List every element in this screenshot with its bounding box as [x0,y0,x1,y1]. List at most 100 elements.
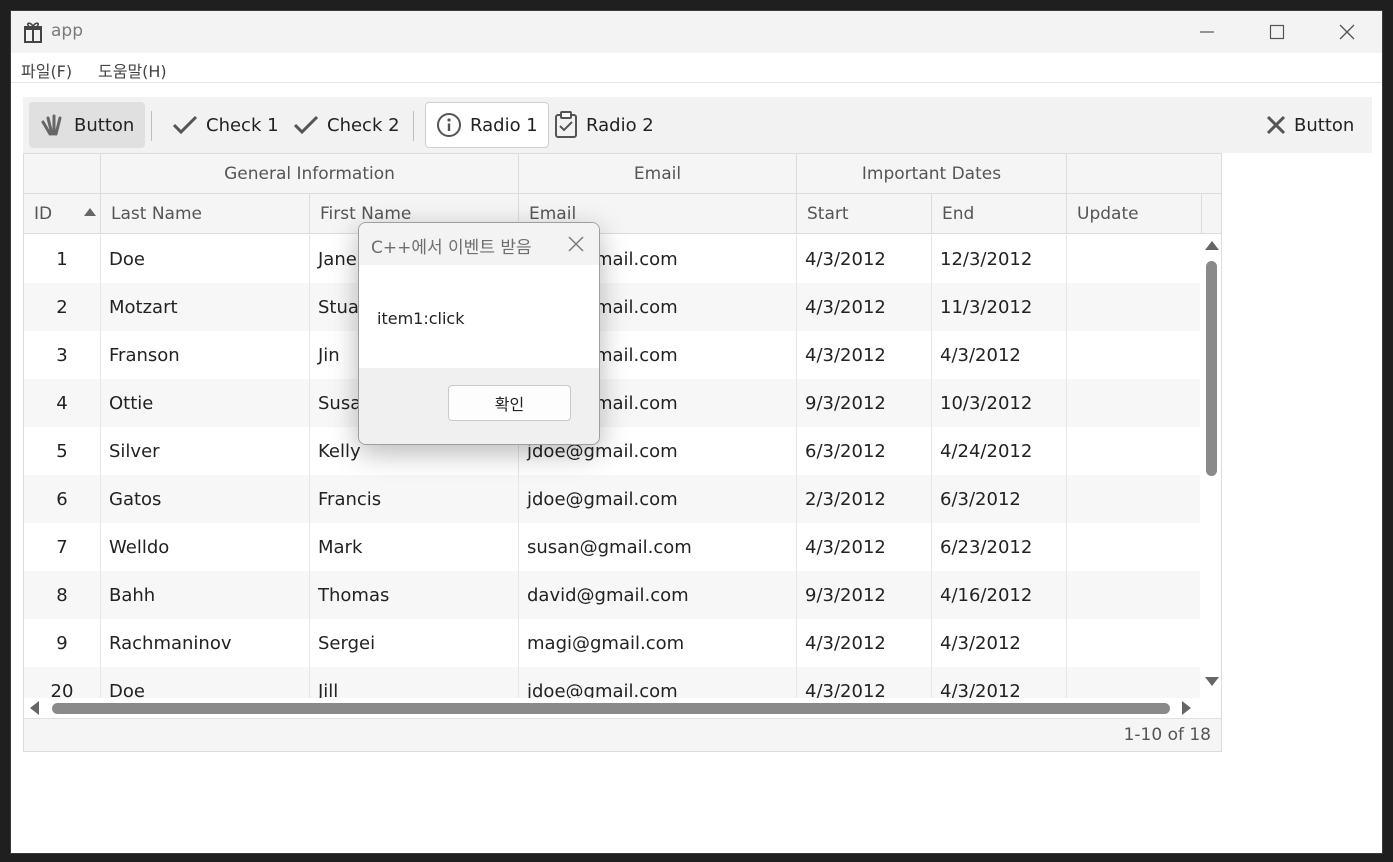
cell-end[interactable]: 4/16/2012 [932,571,1067,619]
cell-end[interactable]: 12/3/2012 [932,235,1067,283]
cell-start[interactable]: 4/3/2012 [797,667,932,698]
cell-email[interactable]: magi@gmail.com [519,619,797,667]
column-header-last-name[interactable]: Last Name [101,194,310,234]
group-header-dates[interactable]: Important Dates [797,154,1067,194]
cell-first-name[interactable]: Francis [310,475,519,523]
horizontal-scrollbar[interactable] [24,698,1200,718]
cell-email[interactable]: david@gmail.com [519,571,797,619]
cell-update[interactable] [1067,283,1200,331]
cell-end[interactable]: 4/3/2012 [932,619,1067,667]
cell-start[interactable]: 4/3/2012 [797,523,932,571]
cell-last-name[interactable]: Franson [101,331,310,379]
scroll-right-arrow-icon[interactable] [1182,701,1191,715]
cell-id[interactable]: 2 [24,283,101,331]
scroll-down-arrow-icon[interactable] [1205,677,1219,686]
cell-last-name[interactable]: Ottie [101,379,310,427]
toolbar-check-1[interactable]: Check 1 [161,102,290,148]
cell-end[interactable]: 10/3/2012 [932,379,1067,427]
title-bar[interactable]: app [11,11,1382,53]
table-row[interactable]: 2 Motzart Stuart jdoe@gmail.com 4/3/2012 11/3… [24,283,1200,331]
cell-email[interactable]: jdoe@gmail.com [519,475,797,523]
cell-last-name[interactable]: Welldo [101,523,310,571]
cell-start[interactable]: 4/3/2012 [797,619,932,667]
cell-start[interactable]: 4/3/2012 [797,283,932,331]
cell-start[interactable]: 9/3/2012 [797,379,932,427]
cell-id[interactable]: 4 [24,379,101,427]
cell-email[interactable]: susan@gmail.com [519,523,797,571]
cell-first-name[interactable]: Jill [310,667,519,698]
table-row[interactable]: 20 Doe Jill jdoe@gmail.com 4/3/2012 4/3/2012 [24,667,1200,698]
cell-update[interactable] [1067,571,1200,619]
cell-update[interactable] [1067,235,1200,283]
cell-id[interactable]: 5 [24,427,101,475]
cell-first-name[interactable]: Thomas [310,571,519,619]
cell-id[interactable]: 8 [24,571,101,619]
cell-end[interactable]: 11/3/2012 [932,283,1067,331]
cell-last-name[interactable]: Rachmaninov [101,619,310,667]
cell-update[interactable] [1067,331,1200,379]
scroll-left-arrow-icon[interactable] [30,701,39,715]
table-row[interactable]: 9 Rachmaninov Sergei magi@gmail.com 4/3/2012… [24,619,1200,667]
minimize-button[interactable] [1172,11,1242,53]
cell-id[interactable]: 1 [24,235,101,283]
cell-email[interactable]: jdoe@gmail.com [519,667,797,698]
close-button[interactable] [1312,11,1382,53]
group-header-email[interactable]: Email [519,154,797,194]
column-header-start[interactable]: Start [797,194,932,234]
vertical-scrollbar[interactable] [1200,235,1221,698]
cell-start[interactable]: 6/3/2012 [797,427,932,475]
cell-end[interactable]: 6/23/2012 [932,523,1067,571]
dialog-ok-button[interactable]: 확인 [448,385,571,421]
toolbar-button-1[interactable]: Button [29,102,146,148]
vertical-scroll-thumb[interactable] [1206,261,1217,476]
toolbar-button-2[interactable]: Button [1255,102,1365,148]
cell-update[interactable] [1067,619,1200,667]
cell-last-name[interactable]: Bahh [101,571,310,619]
cell-id[interactable]: 9 [24,619,101,667]
cell-update[interactable] [1067,475,1200,523]
column-header-id[interactable]: ID [24,194,101,234]
cell-start[interactable]: 4/3/2012 [797,235,932,283]
cell-id[interactable]: 7 [24,523,101,571]
cell-update[interactable] [1067,667,1200,698]
table-row[interactable]: 3 Franson Jin jdoe@gmail.com 4/3/2012 4/3/201… [24,331,1200,379]
cell-end[interactable]: 4/24/2012 [932,427,1067,475]
cell-id[interactable]: 6 [24,475,101,523]
cell-end[interactable]: 4/3/2012 [932,331,1067,379]
cell-id[interactable]: 20 [24,667,101,698]
maximize-button[interactable] [1242,11,1312,53]
column-header-update[interactable]: Update [1067,194,1202,234]
toolbar-radio-1[interactable]: Radio 1 [425,102,549,148]
cell-end[interactable]: 6/3/2012 [932,475,1067,523]
toolbar-check-2[interactable]: Check 2 [282,102,411,148]
table-row[interactable]: 5 Silver Kelly jdoe@gmail.com 6/3/2012 4/24/2… [24,427,1200,475]
table-row[interactable]: 4 Ottie Susan jdoe@gmail.com 9/3/2012 10/3/20… [24,379,1200,427]
cell-end[interactable]: 4/3/2012 [932,667,1067,698]
column-header-end[interactable]: End [932,194,1067,234]
cell-start[interactable]: 4/3/2012 [797,331,932,379]
scroll-up-arrow-icon[interactable] [1205,241,1219,250]
dialog-title-bar[interactable]: C++에서 이벤트 받음 [359,223,599,265]
dialog-close-icon[interactable] [567,235,585,253]
group-header-general[interactable]: General Information [101,154,519,194]
cell-update[interactable] [1067,523,1200,571]
toolbar-radio-2[interactable]: Radio 2 [543,102,665,148]
menu-help[interactable]: 도움말(H) [98,58,167,82]
cell-start[interactable]: 2/3/2012 [797,475,932,523]
cell-first-name[interactable]: Sergei [310,619,519,667]
cell-last-name[interactable]: Silver [101,427,310,475]
cell-update[interactable] [1067,427,1200,475]
table-row[interactable]: 7 Welldo Mark susan@gmail.com 4/3/2012 6/23/2… [24,523,1200,571]
horizontal-scroll-thumb[interactable] [52,703,1170,714]
table-row[interactable]: 6 Gatos Francis jdoe@gmail.com 2/3/2012 6/3/2… [24,475,1200,523]
cell-last-name[interactable]: Motzart [101,283,310,331]
table-row[interactable]: 1 Doe Jane jdoe@gmail.com 4/3/2012 12/3/2012 [24,235,1200,283]
cell-last-name[interactable]: Doe [101,235,310,283]
cell-update[interactable] [1067,379,1200,427]
cell-start[interactable]: 9/3/2012 [797,571,932,619]
menu-file[interactable]: 파일(F) [21,58,72,82]
cell-last-name[interactable]: Gatos [101,475,310,523]
table-row[interactable]: 8 Bahh Thomas david@gmail.com 9/3/2012 4/16/2… [24,571,1200,619]
cell-first-name[interactable]: Mark [310,523,519,571]
cell-last-name[interactable]: Doe [101,667,310,698]
